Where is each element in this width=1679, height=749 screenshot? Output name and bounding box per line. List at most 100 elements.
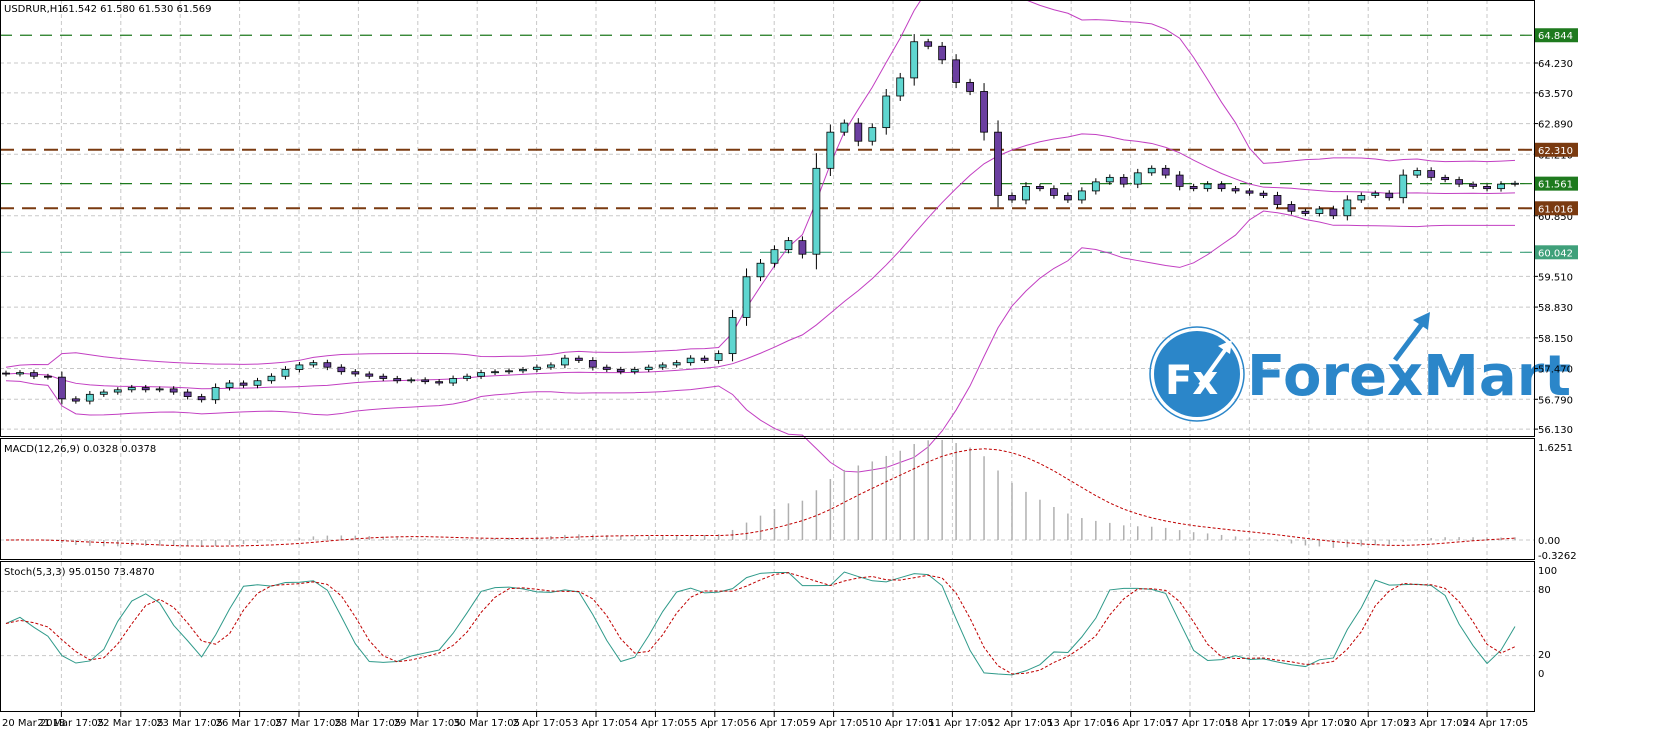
bull-candle	[812, 167, 821, 255]
x-axis-label: 18 Apr 17:05	[1225, 718, 1290, 729]
stoch-label: Stoch(5,3,3) 95.0150 73.4870	[4, 567, 155, 578]
x-axis-label: 30 Mar 17:05	[453, 718, 520, 729]
bear-candle	[1036, 185, 1044, 190]
bull-candle	[477, 372, 485, 377]
bear-candle	[1245, 190, 1254, 194]
stoch-tick-100: 100	[1538, 566, 1557, 577]
bull-candle	[658, 364, 667, 368]
price-chart[interactable]: Fx ForexMart 64.23063.57062.89062.21060.…	[0, 0, 1679, 745]
macd-label: MACD(12,26,9) 0.0328 0.0378	[4, 444, 156, 455]
bear-candle	[1063, 195, 1072, 201]
bull-candle	[1511, 182, 1519, 185]
bull-candle	[1147, 167, 1156, 174]
bear-candle	[393, 378, 402, 382]
bull-candle	[896, 77, 905, 97]
bull-candle	[742, 276, 751, 318]
bear-candle	[1287, 204, 1296, 212]
price-tick-label: 58.830	[1538, 303, 1573, 314]
bull-candle	[1077, 190, 1086, 201]
bear-candle	[1231, 188, 1240, 192]
x-axis-label: 20 Apr 17:05	[1344, 718, 1409, 729]
bull-candle	[211, 387, 220, 401]
price-tick-label: 64.230	[1538, 59, 1573, 70]
bear-candle	[197, 396, 206, 401]
bull-candle	[1091, 181, 1100, 192]
bull-candle	[1203, 183, 1212, 190]
bear-candle	[351, 371, 360, 375]
bull-candle	[113, 389, 122, 393]
bull-candle	[784, 240, 793, 251]
time-axis: 20 Mar 201821 Mar 17:0522 Mar 17:0523 Ma…	[2, 712, 1528, 729]
bear-candle	[1441, 176, 1450, 181]
price-tick-label: 62.890	[1538, 120, 1573, 131]
bear-candle	[1483, 185, 1491, 190]
x-axis-label: 24 Apr 17:05	[1463, 718, 1528, 729]
bull-candle	[1357, 195, 1366, 201]
bear-candle	[365, 373, 374, 377]
bull-candle	[491, 371, 499, 374]
bull-candle	[407, 379, 416, 382]
bear-candle	[421, 379, 430, 383]
stoch-main-line	[5, 571, 1516, 676]
bull-candle	[630, 369, 639, 373]
bull-candle	[1371, 192, 1380, 196]
price-tick-label: 58.150	[1538, 334, 1573, 345]
stoch-tick-0: 0	[1538, 669, 1544, 680]
bull-candle	[756, 262, 765, 278]
bull-candle	[1399, 174, 1408, 199]
bear-candle	[1273, 195, 1282, 205]
bull-candle	[910, 41, 919, 79]
x-axis-label: 23 Apr 17:05	[1404, 718, 1469, 729]
macd-pane	[5, 439, 1516, 548]
bull-candle	[770, 249, 779, 264]
x-axis-label: 23 Mar 17:05	[156, 718, 223, 729]
price-level-label: 64.844	[1538, 31, 1573, 42]
macd-tick-zero: 0.00	[1538, 536, 1560, 547]
bear-candle	[854, 122, 863, 142]
bear-candle	[379, 375, 388, 379]
bear-candle	[169, 388, 178, 393]
bear-candle	[616, 369, 625, 373]
bull-candle	[519, 369, 527, 372]
x-axis-label: 28 Mar 17:05	[334, 718, 401, 729]
price-tick-label: 56.790	[1538, 395, 1573, 406]
x-axis-label: 17 Apr 17:05	[1166, 718, 1231, 729]
bear-candle	[1385, 192, 1394, 199]
bull-candle	[1022, 185, 1030, 201]
bear-candle	[1217, 183, 1226, 190]
bear-candle	[924, 41, 933, 47]
x-axis-label: 9 Apr 17:05	[810, 718, 869, 729]
bull-candle	[868, 127, 877, 142]
bull-candle	[505, 370, 513, 373]
bull-candle	[840, 122, 849, 133]
bear-candle	[1189, 185, 1198, 190]
bull-candle	[295, 364, 304, 370]
price-level-label: 61.561	[1538, 180, 1573, 191]
bear-candle	[966, 82, 974, 92]
bull-candle	[99, 391, 108, 395]
bull-candle	[1497, 183, 1505, 190]
x-axis-label: 29 Mar 17:05	[394, 718, 461, 729]
bear-candle	[1119, 176, 1128, 185]
bear-candle	[952, 59, 961, 83]
bear-candle	[938, 45, 947, 61]
bull-candle	[253, 380, 262, 386]
macd-tick-bottom: -0.3262	[1538, 551, 1577, 562]
stoch-signal-line	[5, 572, 1516, 675]
price-level-label: 60.042	[1538, 248, 1573, 259]
bear-candle	[798, 240, 807, 255]
x-axis-label: 19 Apr 17:05	[1285, 718, 1350, 729]
bear-candle	[1469, 183, 1477, 187]
bull-candle	[547, 364, 555, 368]
bull-candle	[1315, 208, 1324, 214]
price-tick-label: 59.510	[1538, 272, 1573, 283]
bear-candle	[1259, 192, 1268, 196]
bear-candle	[1008, 195, 1016, 201]
symbol-label: USDRUR,H1	[4, 4, 64, 15]
bear-candle	[2, 372, 10, 375]
x-axis-label: 3 Apr 17:05	[572, 718, 631, 729]
x-axis-label: 11 Apr 17:05	[928, 718, 993, 729]
x-axis-label: 12 Apr 17:05	[988, 718, 1053, 729]
bull-candle	[560, 357, 569, 366]
bull-candle	[85, 393, 94, 402]
